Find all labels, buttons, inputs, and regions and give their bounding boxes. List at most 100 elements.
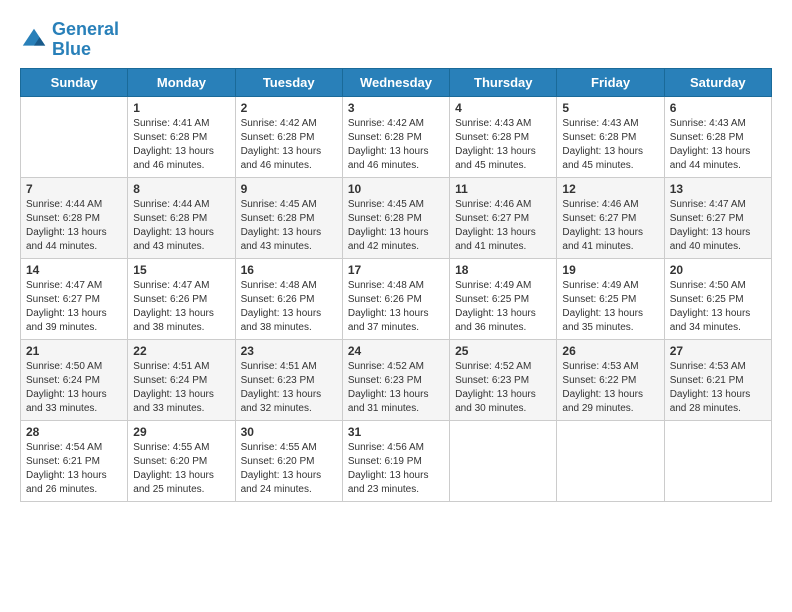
day-number: 30 (241, 425, 337, 439)
day-number: 4 (455, 101, 551, 115)
day-info: Sunrise: 4:48 AM Sunset: 6:26 PM Dayligh… (348, 279, 444, 335)
day-header-friday: Friday (557, 68, 664, 96)
day-number: 18 (455, 263, 551, 277)
day-header-monday: Monday (128, 68, 235, 96)
day-number: 21 (26, 344, 122, 358)
calendar-cell (664, 420, 771, 501)
calendar-cell: 5Sunrise: 4:43 AM Sunset: 6:28 PM Daylig… (557, 96, 664, 177)
day-header-thursday: Thursday (450, 68, 557, 96)
day-number: 12 (562, 182, 658, 196)
day-number: 2 (241, 101, 337, 115)
calendar-cell: 8 Sunrise: 4:44 AM Sunset: 6:28 PM Daylig… (128, 177, 235, 258)
day-info: Sunrise: 4:47 AM Sunset: 6:26 PM Dayligh… (133, 279, 229, 335)
calendar-cell: 4 Sunrise: 4:43 AM Sunset: 6:28 PM Daylig… (450, 96, 557, 177)
day-info: Sunrise: 4:46 AM Sunset: 6:27 PM Dayligh… (562, 198, 658, 254)
day-info: Sunrise: 4:50 AM Sunset: 6:25 PM Dayligh… (670, 279, 766, 335)
logo-text: General Blue (52, 20, 119, 60)
calendar-cell: 26 Sunrise: 4:53 AM Sunset: 6:22 PM Dayli… (557, 339, 664, 420)
day-info: Sunrise: 4:45 AM Sunset: 6:28 PM Dayligh… (348, 198, 444, 254)
calendar-cell: 14Sunrise: 4:47 AM Sunset: 6:27 PM Dayli… (21, 258, 128, 339)
day-number: 20 (670, 263, 766, 277)
calendar-header-row: SundayMondayTuesdayWednesdayThursdayFrid… (21, 68, 772, 96)
day-number: 19 (562, 263, 658, 277)
day-number: 11 (455, 182, 551, 196)
day-info: Sunrise: 4:56 AM Sunset: 6:19 PM Dayligh… (348, 441, 444, 497)
day-info: Sunrise: 4:43 AM Sunset: 6:28 PM Dayligh… (455, 117, 551, 173)
day-info: Sunrise: 4:53 AM Sunset: 6:21 PM Dayligh… (670, 360, 766, 416)
day-info: Sunrise: 4:47 AM Sunset: 6:27 PM Dayligh… (670, 198, 766, 254)
day-info: Sunrise: 4:54 AM Sunset: 6:21 PM Dayligh… (26, 441, 122, 497)
calendar-cell: 7Sunrise: 4:44 AM Sunset: 6:28 PM Daylig… (21, 177, 128, 258)
day-info: Sunrise: 4:52 AM Sunset: 6:23 PM Dayligh… (455, 360, 551, 416)
day-info: Sunrise: 4:43 AM Sunset: 6:28 PM Dayligh… (562, 117, 658, 173)
day-info: Sunrise: 4:52 AM Sunset: 6:23 PM Dayligh… (348, 360, 444, 416)
calendar-cell: 13 Sunrise: 4:47 AM Sunset: 6:27 PM Dayli… (664, 177, 771, 258)
day-info: Sunrise: 4:45 AM Sunset: 6:28 PM Dayligh… (241, 198, 337, 254)
calendar-cell: 3 Sunrise: 4:42 AM Sunset: 6:28 PM Daylig… (342, 96, 449, 177)
day-number: 24 (348, 344, 444, 358)
day-info: Sunrise: 4:42 AM Sunset: 6:28 PM Dayligh… (241, 117, 337, 173)
day-number: 17 (348, 263, 444, 277)
day-number: 26 (562, 344, 658, 358)
day-info: Sunrise: 4:55 AM Sunset: 6:20 PM Dayligh… (133, 441, 229, 497)
day-header-wednesday: Wednesday (342, 68, 449, 96)
calendar-cell: 30Sunrise: 4:55 AM Sunset: 6:20 PM Dayli… (235, 420, 342, 501)
calendar-cell: 17 Sunrise: 4:48 AM Sunset: 6:26 PM Dayli… (342, 258, 449, 339)
calendar-cell: 19Sunrise: 4:49 AM Sunset: 6:25 PM Dayli… (557, 258, 664, 339)
day-number: 9 (241, 182, 337, 196)
logo-icon (20, 26, 48, 54)
calendar-week-row: 7Sunrise: 4:44 AM Sunset: 6:28 PM Daylig… (21, 177, 772, 258)
calendar-cell: 12 Sunrise: 4:46 AM Sunset: 6:27 PM Dayli… (557, 177, 664, 258)
calendar-cell (557, 420, 664, 501)
calendar-cell: 1 Sunrise: 4:41 AM Sunset: 6:28 PM Daylig… (128, 96, 235, 177)
calendar-week-row: 14Sunrise: 4:47 AM Sunset: 6:27 PM Dayli… (21, 258, 772, 339)
day-info: Sunrise: 4:53 AM Sunset: 6:22 PM Dayligh… (562, 360, 658, 416)
calendar-cell: 15 Sunrise: 4:47 AM Sunset: 6:26 PM Dayli… (128, 258, 235, 339)
day-number: 27 (670, 344, 766, 358)
calendar-cell: 21 Sunrise: 4:50 AM Sunset: 6:24 PM Dayli… (21, 339, 128, 420)
day-number: 28 (26, 425, 122, 439)
day-number: 16 (241, 263, 337, 277)
day-info: Sunrise: 4:48 AM Sunset: 6:26 PM Dayligh… (241, 279, 337, 335)
day-info: Sunrise: 4:50 AM Sunset: 6:24 PM Dayligh… (26, 360, 122, 416)
calendar-cell (21, 96, 128, 177)
calendar-table: SundayMondayTuesdayWednesdayThursdayFrid… (20, 68, 772, 502)
day-number: 22 (133, 344, 229, 358)
day-number: 3 (348, 101, 444, 115)
calendar-cell: 22 Sunrise: 4:51 AM Sunset: 6:24 PM Dayli… (128, 339, 235, 420)
calendar-cell: 31 Sunrise: 4:56 AM Sunset: 6:19 PM Dayli… (342, 420, 449, 501)
calendar-cell: 25Sunrise: 4:52 AM Sunset: 6:23 PM Dayli… (450, 339, 557, 420)
calendar-cell: 29 Sunrise: 4:55 AM Sunset: 6:20 PM Dayli… (128, 420, 235, 501)
day-number: 29 (133, 425, 229, 439)
day-number: 1 (133, 101, 229, 115)
day-number: 8 (133, 182, 229, 196)
logo: General Blue (20, 20, 119, 60)
day-number: 13 (670, 182, 766, 196)
calendar-cell: 9 Sunrise: 4:45 AM Sunset: 6:28 PM Daylig… (235, 177, 342, 258)
calendar-week-row: 1 Sunrise: 4:41 AM Sunset: 6:28 PM Daylig… (21, 96, 772, 177)
calendar-cell: 2 Sunrise: 4:42 AM Sunset: 6:28 PM Daylig… (235, 96, 342, 177)
calendar-cell: 16 Sunrise: 4:48 AM Sunset: 6:26 PM Dayli… (235, 258, 342, 339)
day-header-sunday: Sunday (21, 68, 128, 96)
calendar-cell (450, 420, 557, 501)
day-info: Sunrise: 4:44 AM Sunset: 6:28 PM Dayligh… (26, 198, 122, 254)
day-info: Sunrise: 4:41 AM Sunset: 6:28 PM Dayligh… (133, 117, 229, 173)
day-info: Sunrise: 4:49 AM Sunset: 6:25 PM Dayligh… (455, 279, 551, 335)
calendar-cell: 23Sunrise: 4:51 AM Sunset: 6:23 PM Dayli… (235, 339, 342, 420)
calendar-cell: 24 Sunrise: 4:52 AM Sunset: 6:23 PM Dayli… (342, 339, 449, 420)
calendar-cell: 10 Sunrise: 4:45 AM Sunset: 6:28 PM Dayli… (342, 177, 449, 258)
day-number: 15 (133, 263, 229, 277)
day-number: 10 (348, 182, 444, 196)
day-info: Sunrise: 4:51 AM Sunset: 6:23 PM Dayligh… (241, 360, 337, 416)
day-header-saturday: Saturday (664, 68, 771, 96)
page-header: General Blue (20, 20, 772, 60)
calendar-cell: 27 Sunrise: 4:53 AM Sunset: 6:21 PM Dayli… (664, 339, 771, 420)
calendar-cell: 6Sunrise: 4:43 AM Sunset: 6:28 PM Daylig… (664, 96, 771, 177)
day-info: Sunrise: 4:46 AM Sunset: 6:27 PM Dayligh… (455, 198, 551, 254)
day-number: 31 (348, 425, 444, 439)
day-info: Sunrise: 4:42 AM Sunset: 6:28 PM Dayligh… (348, 117, 444, 173)
calendar-week-row: 28 Sunrise: 4:54 AM Sunset: 6:21 PM Dayli… (21, 420, 772, 501)
day-info: Sunrise: 4:51 AM Sunset: 6:24 PM Dayligh… (133, 360, 229, 416)
day-info: Sunrise: 4:44 AM Sunset: 6:28 PM Dayligh… (133, 198, 229, 254)
day-number: 6 (670, 101, 766, 115)
